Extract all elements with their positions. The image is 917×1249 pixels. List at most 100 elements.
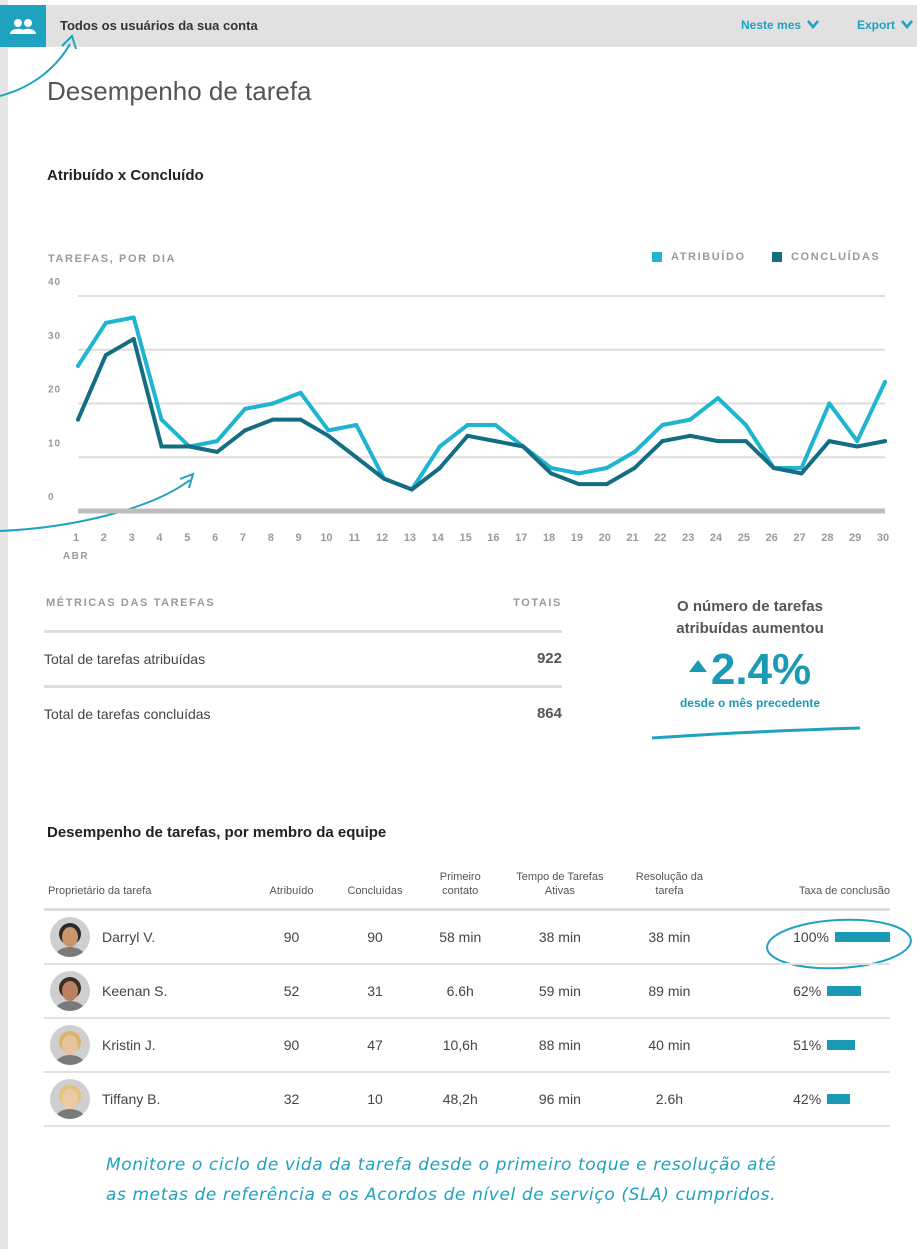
x-tick-label: 26 xyxy=(766,532,778,544)
data-point-assigned xyxy=(855,439,860,444)
data-point-completed xyxy=(855,444,860,449)
avatar[interactable] xyxy=(50,917,90,957)
column-header-owner[interactable]: Proprietário da tarefa xyxy=(44,870,252,911)
chart-section-title: Atribuído x Concluído xyxy=(47,167,204,184)
data-point-completed xyxy=(493,439,498,444)
x-tick-label: 17 xyxy=(515,532,527,544)
data-point-assigned xyxy=(76,363,80,368)
data-point-assigned xyxy=(576,471,581,476)
page-title: Desempenho de tarefa xyxy=(47,76,312,106)
first-contact-cell: 48,2h xyxy=(418,1072,503,1127)
completed-cell: 47 xyxy=(331,1018,419,1073)
callout-percent: 2.4% xyxy=(710,645,812,694)
table-row[interactable]: Keenan S. 52 31 6.6h 59 min 89 min 62% xyxy=(44,964,890,1019)
data-point-completed xyxy=(632,466,637,470)
owner-cell: Darryl V. xyxy=(44,909,252,965)
growth-callout: O número de tarefas atribuídas aumentou … xyxy=(650,596,850,710)
owner-cell: Tiffany B. xyxy=(44,1072,252,1127)
x-tick-label: 14 xyxy=(432,532,445,544)
x-tick-label: 20 xyxy=(599,532,611,544)
avatar[interactable] xyxy=(50,1079,90,1119)
data-point-assigned xyxy=(354,423,359,427)
x-tick-label: 12 xyxy=(376,532,388,544)
column-header-completion-rate[interactable]: Taxa de conclusão xyxy=(721,870,890,911)
completion-rate-bar xyxy=(827,1040,856,1050)
completion-rate-value: 51% xyxy=(793,1037,822,1053)
handwritten-note: Monitore o ciclo de vida da tarefa desde… xyxy=(106,1150,776,1210)
x-tick-label: 3 xyxy=(129,532,135,544)
y-tick-label: 40 xyxy=(48,277,61,288)
column-header-first-contact[interactable]: Primeiro contato xyxy=(418,870,503,911)
owner-name: Tiffany B. xyxy=(102,1091,161,1107)
column-header-active-time[interactable]: Tempo de Tarefas Ativas xyxy=(502,870,618,911)
table-row[interactable]: Tiffany B. 32 10 48,2h 96 min 2.6h 42% xyxy=(44,1072,890,1127)
data-point-assigned xyxy=(131,315,136,320)
data-point-completed xyxy=(827,439,832,444)
data-point-completed xyxy=(604,482,609,487)
x-tick-label: 29 xyxy=(849,532,861,544)
data-point-assigned xyxy=(298,390,303,395)
data-point-completed xyxy=(743,439,748,444)
data-point-assigned xyxy=(326,428,331,433)
resolution-cell: 89 min xyxy=(617,964,722,1019)
x-tick-label: 13 xyxy=(404,532,416,544)
note-line-2: as metas de referência e os Acordos de n… xyxy=(106,1185,777,1205)
x-tick-label: 11 xyxy=(348,532,360,544)
chevron-down-icon xyxy=(807,20,820,30)
table-row[interactable]: Darryl V. 90 90 58 min 38 min 38 min 100% xyxy=(44,909,890,965)
resolution-cell: 2.6h xyxy=(617,1072,722,1127)
completion-rate-bar xyxy=(834,932,890,942)
column-header-completed[interactable]: Concluídas xyxy=(331,870,419,911)
assigned-cell: 90 xyxy=(251,1018,332,1073)
data-point-completed xyxy=(103,353,108,358)
data-point-assigned xyxy=(103,320,108,325)
x-tick-label: 9 xyxy=(296,532,302,544)
avatar[interactable] xyxy=(50,971,90,1011)
table-row[interactable]: Kristin J. 90 47 10,6h 88 min 40 min 51% xyxy=(44,1018,890,1073)
active-time-cell: 59 min xyxy=(502,964,618,1019)
metric-label-assigned: Total de tarefas atribuídas xyxy=(44,651,206,667)
owner-name: Kristin J. xyxy=(102,1037,156,1053)
x-tick-label: 28 xyxy=(821,532,833,544)
y-tick-label: 30 xyxy=(48,331,61,342)
export-dropdown[interactable]: Export xyxy=(857,18,914,32)
table-header-row: Proprietário da tarefa Atribuído Concluí… xyxy=(44,870,890,911)
data-point-completed xyxy=(409,487,414,492)
legend-item-assigned: ATRIBUÍDO xyxy=(652,251,746,263)
x-tick-label: 30 xyxy=(877,532,889,544)
x-tick-label: 25 xyxy=(738,532,750,544)
data-point-completed xyxy=(465,433,470,438)
completed-cell: 90 xyxy=(331,909,419,965)
chevron-down-icon xyxy=(901,20,914,30)
data-point-completed xyxy=(159,444,164,449)
callout-headline-2: atribuídas aumentou xyxy=(676,620,824,637)
completion-rate-cell: 51% xyxy=(721,1018,890,1073)
legend-swatch-completed xyxy=(772,252,782,262)
data-point-assigned xyxy=(688,417,693,422)
avatar[interactable] xyxy=(50,1025,90,1065)
data-point-completed xyxy=(799,471,804,476)
x-tick-label: 4 xyxy=(156,532,163,544)
data-point-completed xyxy=(131,337,136,341)
totals-header: TOTAIS xyxy=(513,597,562,609)
data-point-completed xyxy=(298,417,303,422)
active-time-cell: 38 min xyxy=(502,909,618,965)
completed-cell: 10 xyxy=(331,1072,419,1127)
x-tick-label: 24 xyxy=(710,532,723,544)
x-tick-label: 27 xyxy=(793,532,805,544)
y-tick-label: 0 xyxy=(48,492,55,503)
x-tick-label: 21 xyxy=(626,532,638,544)
data-point-assigned xyxy=(270,401,275,406)
legend-item-completed: CONCLUÍDAS xyxy=(772,251,880,263)
period-dropdown[interactable]: Neste mes xyxy=(741,18,820,32)
chart-y-axis-label: TAREFAS, POR DIA xyxy=(48,253,177,265)
column-header-assigned[interactable]: Atribuído xyxy=(251,870,332,911)
data-point-assigned xyxy=(437,444,442,449)
owner-name: Keenan S. xyxy=(102,983,168,999)
metric-value-assigned: 922 xyxy=(536,650,562,667)
data-point-assigned xyxy=(465,423,470,427)
column-header-resolution[interactable]: Resolução da tarefa xyxy=(617,870,722,911)
data-point-assigned xyxy=(660,423,665,427)
users-icon[interactable] xyxy=(0,5,46,47)
first-contact-cell: 58 min xyxy=(418,909,503,965)
